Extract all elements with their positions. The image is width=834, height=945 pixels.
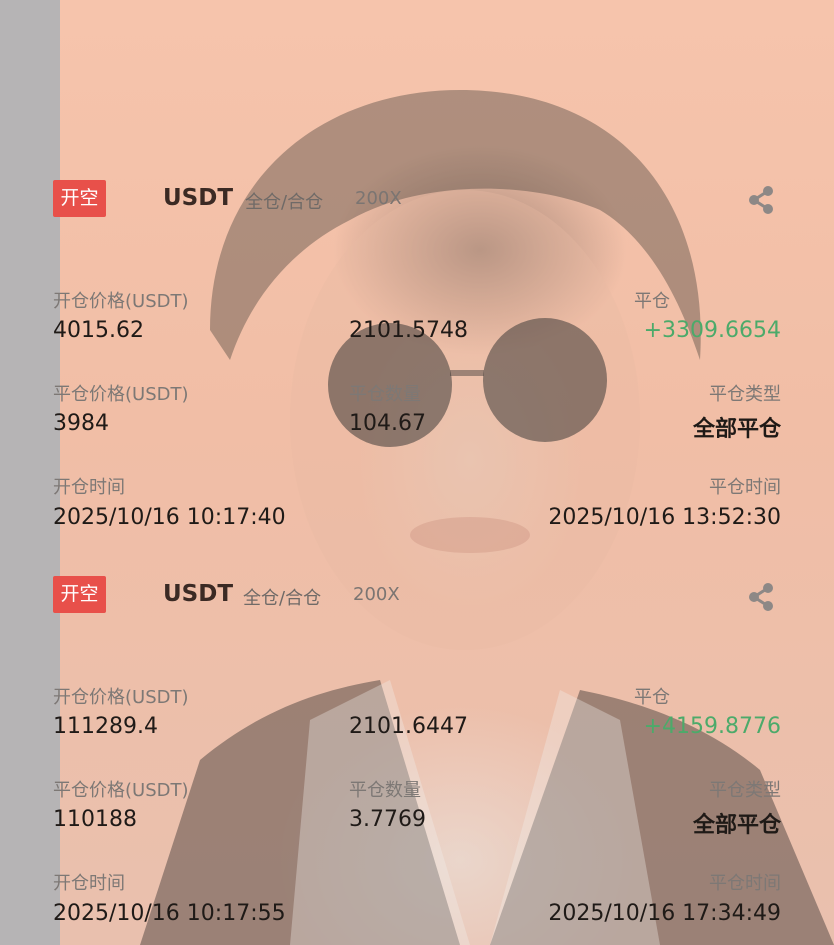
close-type-label: 平仓类型 — [709, 780, 781, 801]
middle-value: 2101.6447 — [349, 714, 468, 739]
close-price-label: 平仓价格(USDT) — [53, 780, 189, 801]
close-label: 平仓 — [634, 687, 670, 708]
open-price-label: 开仓价格(USDT) — [53, 291, 189, 312]
close-qty-value: 3.7769 — [349, 807, 426, 832]
margin-mode: 全仓/合仓 — [243, 588, 322, 609]
close-qty-label: 平仓数量 — [349, 780, 421, 801]
position-card: 开空 USDT 全仓/合仓 200X 开仓价格(USDT) 111289.4 2… — [0, 396, 834, 926]
pnl-value: +4159.8776 — [643, 714, 781, 739]
close-price-value: 110188 — [53, 807, 137, 832]
leverage: 200X — [353, 584, 400, 605]
close-type-value: 全部平仓 — [692, 813, 781, 838]
middle-value: 2101.5748 — [349, 318, 468, 343]
open-price-value: 4015.62 — [53, 318, 144, 343]
coin-symbol: USDT — [163, 581, 234, 607]
side-badge: 开空 — [53, 576, 106, 613]
share-icon[interactable] — [745, 184, 777, 216]
side-badge: 开空 — [53, 180, 106, 217]
leverage: 200X — [355, 188, 402, 209]
open-price-value: 111289.4 — [53, 714, 158, 739]
close-label: 平仓 — [634, 291, 670, 312]
close-time-label: 平仓时间 — [709, 873, 781, 894]
margin-mode: 全仓/合仓 — [245, 192, 324, 213]
open-time-label: 开仓时间 — [53, 873, 125, 894]
close-time-value: 2025/10/16 17:34:49 — [548, 901, 781, 926]
share-icon[interactable] — [745, 581, 777, 613]
open-time-value: 2025/10/16 10:17:55 — [53, 901, 286, 926]
pnl-value: +3309.6654 — [643, 318, 781, 343]
open-price-label: 开仓价格(USDT) — [53, 687, 189, 708]
position-card: 开空 USDT 全仓/合仓 200X 开仓价格(USDT) 4015.62 21… — [0, 0, 834, 530]
coin-symbol: USDT — [163, 185, 234, 211]
